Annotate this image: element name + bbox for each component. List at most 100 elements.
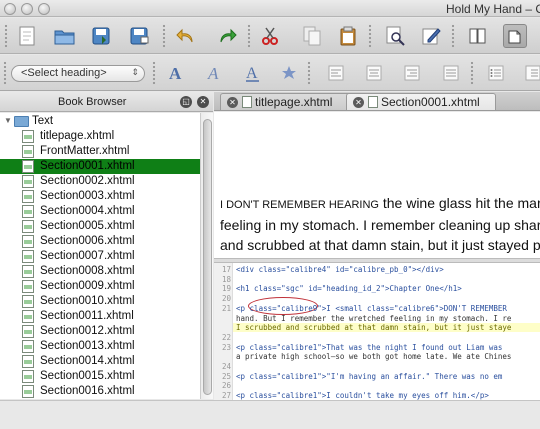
file-row[interactable]: Section0012.xhtml [0,324,200,339]
file-label: Section0009.xhtml [40,280,135,292]
italic-icon[interactable]: A [203,61,227,85]
close-tab-icon[interactable]: ✕ [227,97,238,108]
tab-label: titlepage.xhtml [255,95,333,109]
toolbar-grip-icon[interactable] [368,24,372,48]
code-view-icon[interactable] [503,24,527,48]
expand-triangle-icon[interactable]: ▼ [4,116,12,125]
preview-line: I don't remember hearing the wine glass … [220,193,540,215]
file-label: Section0012.xhtml [40,325,135,337]
file-row[interactable]: Section0001.xhtml [0,159,200,174]
file-row[interactable]: Section0006.xhtml [0,234,200,249]
file-row[interactable]: Section0008.xhtml [0,264,200,279]
file-row[interactable]: Section0013.xhtml [0,339,200,354]
preview-text: I don't remember hearing the wine glass … [220,193,540,258]
file-label: Section0003.xhtml [40,190,135,202]
bulleted-list-icon[interactable] [484,61,508,85]
save-as-icon[interactable] [128,24,152,48]
file-row[interactable]: Section0004.xhtml [0,204,200,219]
bold-icon[interactable]: A [164,61,188,85]
edit-metadata-icon[interactable] [420,24,444,48]
toolbar-grip-icon[interactable] [4,24,8,48]
file-row[interactable]: Section0002.xhtml [0,174,200,189]
toolbar-grip-icon[interactable] [470,61,474,85]
line-number: 23 [221,342,231,352]
line-number: 19 [221,284,231,294]
strikethrough-icon[interactable] [277,61,301,85]
underline-icon[interactable]: A [241,61,265,85]
float-panel-icon[interactable]: ◱ [180,96,192,108]
book-view-preview[interactable]: I don't remember hearing the wine glass … [214,112,540,258]
toolbar-grip-icon[interactable] [3,61,7,85]
svg-text:A: A [246,65,258,82]
file-row[interactable]: Section0005.xhtml [0,219,200,234]
new-book-icon[interactable] [15,24,39,48]
code-view[interactable]: 17 <div class="calibre4" id="calibre_pb_0… [214,263,540,400]
xhtml-file-icon [22,175,34,188]
xhtml-file-icon [22,265,34,278]
file-icon [368,96,378,108]
toolbar-grip-icon[interactable] [307,61,311,85]
file-label: Section0001.xhtml [40,160,135,172]
file-row[interactable]: titlepage.xhtml [0,129,200,144]
align-center-icon[interactable] [362,61,386,85]
preview-line: and scrubbed at that damn stain, but it … [220,235,540,255]
open-icon[interactable] [53,24,77,48]
xhtml-file-icon [22,145,34,158]
book-browser-scrollbar[interactable] [200,113,213,399]
file-row[interactable]: Section0016.xhtml [0,384,200,399]
toolbar-grip-icon[interactable] [247,24,251,48]
folder-icon [14,116,29,127]
file-row[interactable]: Section0010.xhtml [0,294,200,309]
code-line: a private high school—so we both got hom… [236,352,512,362]
align-right-icon[interactable] [400,61,424,85]
heading-select[interactable]: <Select heading> ⇕ [11,65,145,82]
code-line: <p class="calibre9">I <small class="cali… [236,303,507,313]
file-row[interactable]: Section0007.xhtml [0,249,200,264]
line-number: 27 [221,391,231,400]
file-label: Section0016.xhtml [40,385,135,397]
file-label: Section0002.xhtml [40,175,135,187]
paste-icon[interactable] [336,24,360,48]
toolbar-grip-icon[interactable] [162,24,166,48]
close-panel-icon[interactable]: ✕ [197,96,209,108]
undo-icon[interactable] [174,24,198,48]
window-title: Hold My Hand – Cam [446,2,540,16]
xhtml-file-icon [22,190,34,203]
file-label: FrontMatter.xhtml [40,145,130,157]
tab-titlepage[interactable]: ✕ titlepage.xhtml [220,93,356,110]
align-left-icon[interactable] [324,61,348,85]
redo-icon[interactable] [215,24,239,48]
close-tab-icon[interactable]: ✕ [353,97,364,108]
justify-icon[interactable] [439,61,463,85]
folder-label: Text [32,115,54,127]
minimize-window-button[interactable] [21,3,33,15]
xhtml-file-icon [22,205,34,218]
file-row[interactable]: Section0015.xhtml [0,369,200,384]
toolbar-grip-icon[interactable] [451,24,455,48]
zoom-window-button[interactable] [38,3,50,15]
main-toolbar [0,18,540,54]
find-icon[interactable] [384,24,408,48]
editor-tab-bar: ✕ titlepage.xhtml ✕ Section0001.xhtml [214,92,540,111]
file-row[interactable]: Section0003.xhtml [0,189,200,204]
book-browser-header: Book Browser ◱ ✕ [0,92,213,112]
code-line: <p class="calibre1">"I'm having an affai… [236,371,503,381]
scrollbar-thumb[interactable] [203,119,212,395]
close-window-button[interactable] [4,3,16,15]
folder-row-text[interactable]: ▼ Text [0,114,200,129]
file-row[interactable]: Section0011.xhtml [0,309,200,324]
file-row[interactable]: Section0014.xhtml [0,354,200,369]
copy-icon[interactable] [300,24,324,48]
tab-section0001[interactable]: ✕ Section0001.xhtml [346,93,496,110]
xhtml-file-icon [22,340,34,353]
file-icon [242,96,252,108]
save-icon[interactable] [90,24,114,48]
book-browser-tree[interactable]: ▼ Text titlepage.xhtml FrontMatter.xhtml S… [0,113,200,399]
file-row[interactable]: Section0009.xhtml [0,279,200,294]
file-row[interactable]: FrontMatter.xhtml [0,144,200,159]
numbered-list-icon[interactable] [521,61,540,85]
book-view-icon[interactable] [466,24,490,48]
toolbar-grip-icon[interactable] [152,61,156,85]
cut-icon[interactable] [258,24,282,48]
file-label: Section0013.xhtml [40,340,135,352]
